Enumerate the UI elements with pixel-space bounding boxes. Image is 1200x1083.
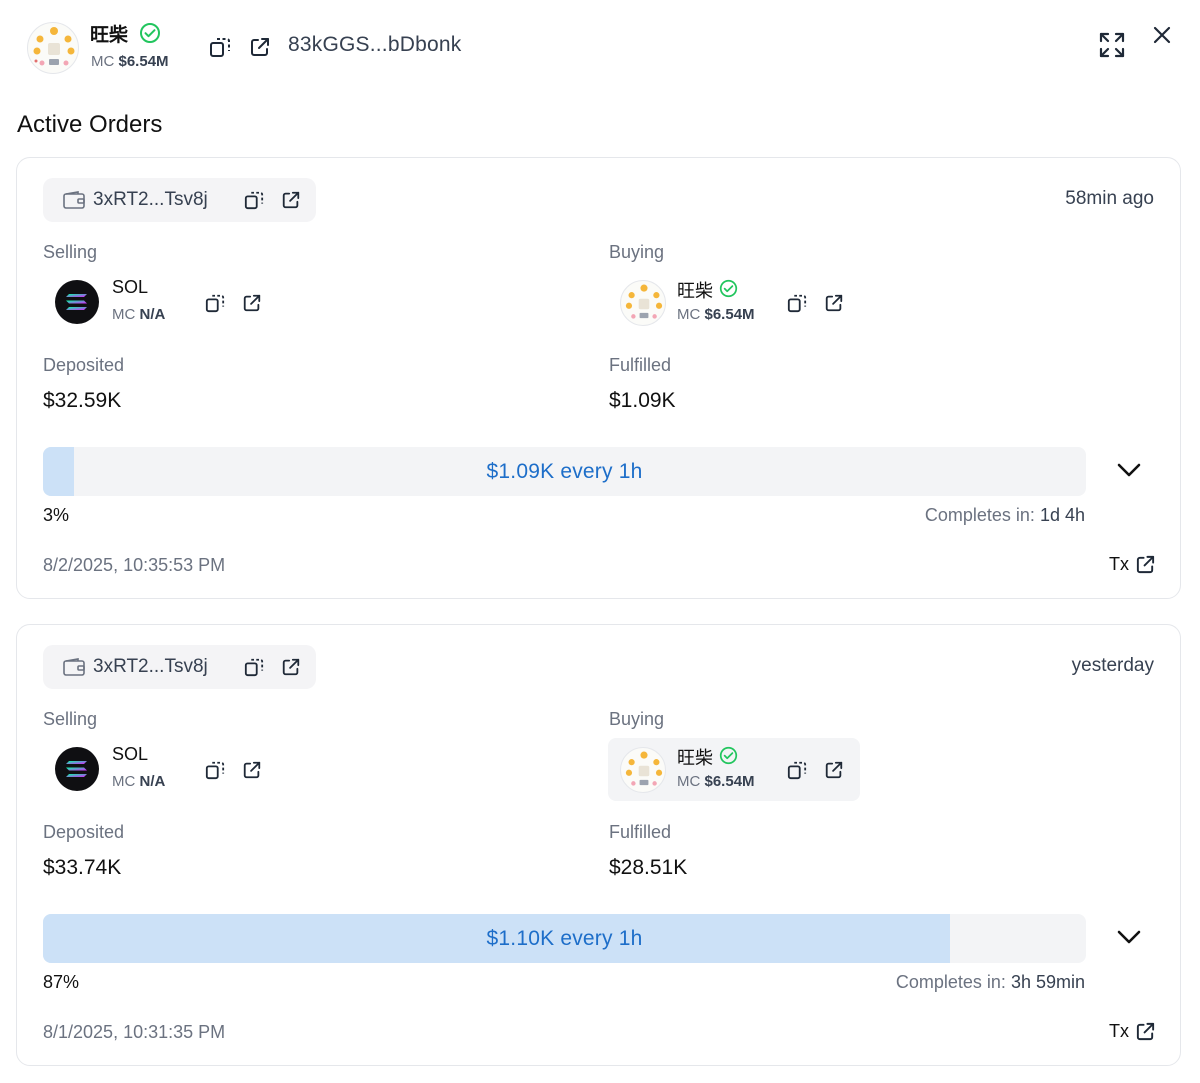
- external-link-icon: [1135, 554, 1156, 575]
- external-link-icon[interactable]: [249, 36, 271, 58]
- tx-label: Tx: [1109, 1021, 1129, 1041]
- deposited-label: Deposited: [43, 822, 125, 842]
- wallet-pill[interactable]: 3xRT2...Tsv8j: [43, 178, 316, 222]
- tx-link[interactable]: Tx: [1109, 554, 1156, 575]
- buying-label: Buying: [609, 242, 665, 262]
- token-name: 旺柴: [90, 25, 129, 46]
- buying-token-mc: MC $6.54M: [677, 773, 755, 790]
- copy-icon[interactable]: [244, 190, 264, 210]
- selling-token-mc: MC N/A: [112, 773, 166, 790]
- progress-percent: 3%: [43, 505, 70, 525]
- selling-token-name: SOL: [112, 277, 149, 297]
- progress-bar: $1.10K every 1h: [43, 914, 1086, 963]
- buying-token-name: 旺柴: [677, 748, 713, 768]
- fulfilled-amount: $1.09K: [609, 389, 676, 412]
- copy-icon[interactable]: [205, 760, 225, 780]
- deposited-amount: $33.74K: [43, 856, 122, 879]
- solana-logo-icon: [55, 280, 99, 324]
- progress-percent: 87%: [43, 972, 80, 992]
- chevron-down-icon[interactable]: [1116, 461, 1142, 479]
- buying-token-name: 旺柴: [677, 281, 713, 301]
- verified-icon: [139, 22, 161, 44]
- selling-token-name: SOL: [112, 744, 149, 764]
- order-date: 8/1/2025, 10:31:35 PM: [43, 1022, 226, 1042]
- buying-token-avatar: [620, 280, 666, 326]
- external-link-icon[interactable]: [281, 657, 301, 677]
- copy-icon[interactable]: [787, 293, 807, 313]
- external-link-icon[interactable]: [281, 190, 301, 210]
- token-address[interactable]: 83kGGS...bDbonk: [288, 33, 461, 57]
- token-avatar: [27, 22, 79, 74]
- wallet-address: 3xRT2...Tsv8j: [93, 189, 208, 210]
- time-ago: yesterday: [1071, 655, 1154, 676]
- token-header: 旺柴 MC $6.54M 83kGGS...bDbonk: [0, 0, 1200, 96]
- copy-icon[interactable]: [209, 36, 231, 58]
- deposited-amount: $32.59K: [43, 389, 122, 412]
- buying-token-avatar: [620, 747, 666, 793]
- external-link-icon[interactable]: [824, 760, 844, 780]
- wallet-pill[interactable]: 3xRT2...Tsv8j: [43, 645, 316, 689]
- completes-in: Completes in: 3h 59min: [895, 972, 1085, 992]
- buying-token-mc: MC $6.54M: [677, 306, 755, 323]
- progress-bar: $1.09K every 1h: [43, 447, 1086, 496]
- fulfilled-label: Fulfilled: [609, 355, 672, 375]
- wallet-icon: [63, 191, 85, 209]
- tx-link[interactable]: Tx: [1109, 1021, 1156, 1042]
- order-card: 3xRT2...Tsv8j 58min ago Selling SOL MC N…: [16, 157, 1181, 599]
- external-link-icon[interactable]: [242, 760, 262, 780]
- progress-text: $1.10K every 1h: [486, 926, 643, 950]
- external-link-icon: [1135, 1021, 1156, 1042]
- selling-label: Selling: [43, 242, 98, 262]
- copy-icon[interactable]: [787, 760, 807, 780]
- external-link-icon[interactable]: [242, 293, 262, 313]
- selling-token-mc: MC N/A: [112, 306, 166, 323]
- verified-icon: [719, 746, 738, 765]
- external-link-icon[interactable]: [824, 293, 844, 313]
- time-ago: 58min ago: [1065, 188, 1154, 209]
- wallet-address: 3xRT2...Tsv8j: [93, 656, 208, 677]
- order-card: 3xRT2...Tsv8j yesterday Selling SOL MC N…: [16, 624, 1181, 1066]
- expand-icon[interactable]: [1098, 31, 1126, 59]
- market-cap: MC $6.54M: [91, 53, 169, 70]
- order-date: 8/2/2025, 10:35:53 PM: [43, 555, 226, 575]
- solana-logo-icon: [55, 747, 99, 791]
- selling-label: Selling: [43, 709, 98, 729]
- fulfilled-label: Fulfilled: [609, 822, 672, 842]
- copy-icon[interactable]: [205, 293, 225, 313]
- fulfilled-amount: $28.51K: [609, 856, 688, 879]
- close-icon[interactable]: [1152, 25, 1172, 45]
- deposited-label: Deposited: [43, 355, 125, 375]
- section-title: Active Orders: [17, 111, 163, 138]
- copy-icon[interactable]: [244, 657, 264, 677]
- progress-text: $1.09K every 1h: [486, 459, 643, 483]
- chevron-down-icon[interactable]: [1116, 928, 1142, 946]
- tx-label: Tx: [1109, 554, 1129, 574]
- wallet-icon: [63, 658, 85, 676]
- completes-in: Completes in: 1d 4h: [924, 505, 1085, 525]
- verified-icon: [719, 279, 738, 298]
- buying-label: Buying: [609, 709, 665, 729]
